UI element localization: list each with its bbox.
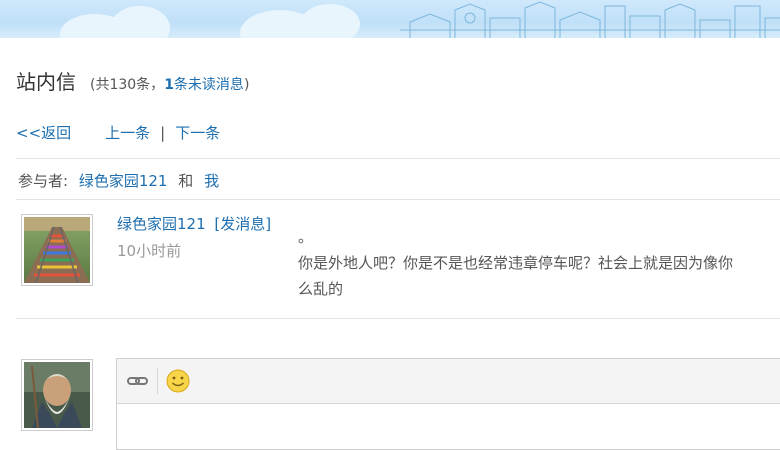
send-message-link[interactable]: [发消息]: [214, 215, 271, 233]
message-sender: 绿色家园121 [发消息]: [117, 213, 271, 234]
message-count: (共130条，1条未读消息): [90, 74, 249, 94]
message-body: 。 你是外地人吧？你是不是也经常违章停车呢？社会上就是因为像你 么乱的: [298, 224, 780, 302]
sender-name-link[interactable]: 绿色家园121: [117, 215, 206, 233]
message-line: 你是外地人吧？你是不是也经常违章停车呢？社会上就是因为像你: [298, 254, 734, 272]
message-line: 么乱的: [298, 280, 344, 298]
editor-toolbar: [117, 359, 780, 404]
count-suffix: ): [243, 77, 250, 93]
participants-label: 参与者:: [18, 172, 69, 190]
unread-count: 1: [164, 77, 174, 93]
my-avatar[interactable]: [21, 359, 93, 431]
divider: [16, 199, 780, 200]
message-time: 10小时前: [117, 242, 182, 260]
message-nav: <<返回 上一条 | 下一条: [16, 122, 220, 143]
toolbar-separator: [157, 368, 158, 394]
participant-user-link[interactable]: 绿色家园121: [79, 172, 168, 190]
participant-me-link[interactable]: 我: [204, 172, 219, 190]
railway-photo: [24, 217, 90, 283]
link-icon[interactable]: [127, 373, 149, 389]
participants-conj: 和: [178, 172, 194, 190]
reply-textarea[interactable]: [117, 404, 780, 448]
divider: [16, 318, 780, 319]
page-title: 站内信: [16, 70, 76, 94]
next-link[interactable]: 下一条: [175, 122, 220, 143]
divider: [16, 158, 780, 159]
title-row: 站内信 (共130条，1条未读消息): [16, 66, 249, 96]
unread-label: 条未读消息: [173, 77, 244, 93]
prev-link[interactable]: 上一条: [105, 122, 150, 143]
wizard-portrait: [24, 362, 90, 428]
header-banner: [0, 0, 780, 38]
sender-avatar[interactable]: [21, 214, 93, 286]
count-prefix: (共130条，: [90, 77, 165, 93]
emoji-icon[interactable]: [166, 369, 190, 393]
city-illustration: [400, 1, 780, 38]
reply-editor[interactable]: [116, 358, 780, 450]
back-link[interactable]: <<返回: [16, 122, 71, 143]
participants: 参与者: 绿色家园121 和 我: [18, 170, 219, 191]
message-line: 。: [298, 228, 314, 246]
nav-separator: |: [160, 123, 166, 142]
